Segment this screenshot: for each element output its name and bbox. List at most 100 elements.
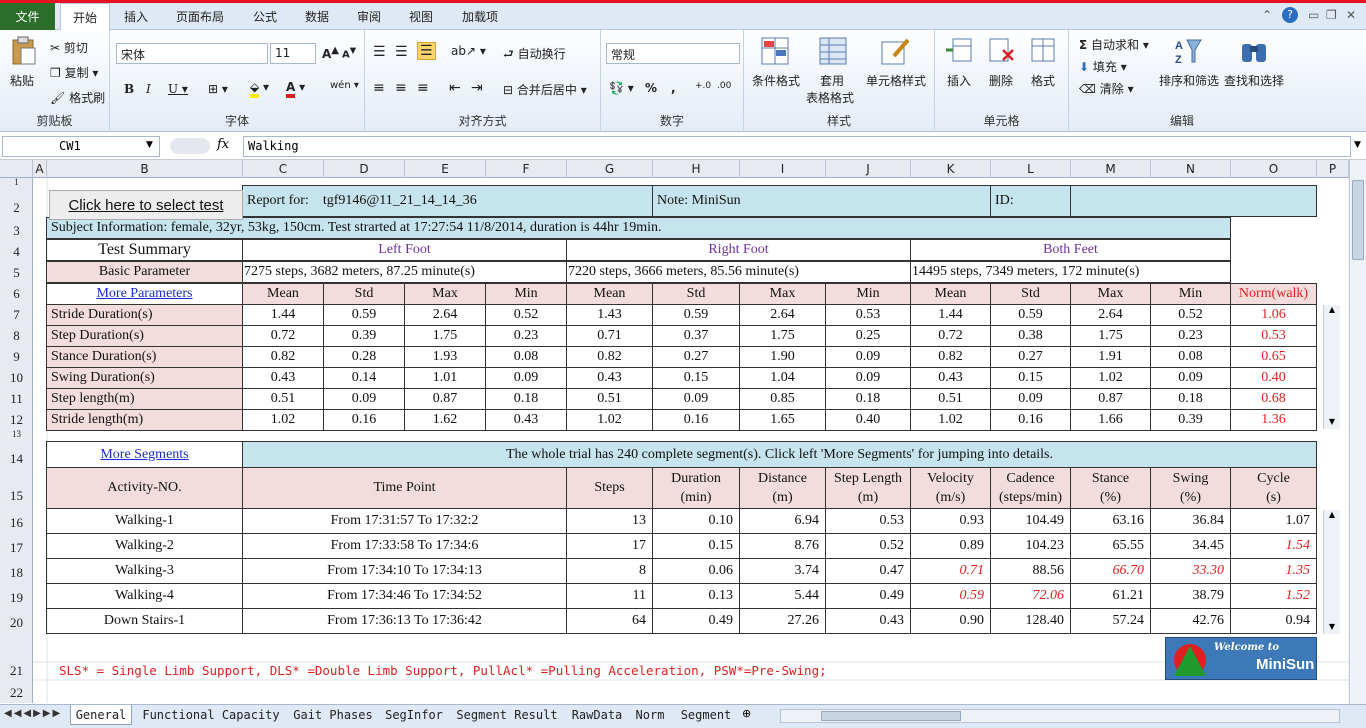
stat-header-cell[interactable]: Std [990, 283, 1071, 305]
parameter-value-cell[interactable]: 0.18 [825, 388, 911, 410]
activity-header[interactable]: Activity-NO. [46, 467, 243, 509]
column-header[interactable]: D [324, 160, 405, 178]
column-header[interactable]: E [405, 160, 486, 178]
binoculars-icon[interactable] [1239, 36, 1269, 69]
step-length-header[interactable]: Step Length (m) [825, 467, 911, 509]
parameter-value-cell[interactable]: 2.64 [1070, 304, 1151, 326]
stat-header-cell[interactable]: Std [323, 283, 405, 305]
stat-header-cell[interactable]: Min [825, 283, 911, 305]
parameter-value-cell[interactable]: 0.87 [1070, 388, 1151, 410]
parameter-value-cell[interactable]: 0.43 [566, 367, 653, 389]
scroll-down-icon[interactable]: ▼ [1324, 417, 1340, 429]
segment-step-length-cell[interactable]: 0.52 [825, 533, 911, 559]
segment-stance-cell[interactable]: 63.16 [1070, 508, 1151, 534]
font-name-select[interactable]: 宋体 [116, 43, 268, 64]
parameter-value-cell[interactable]: 0.87 [404, 388, 486, 410]
find-select-button[interactable]: 查找和选择 [1224, 72, 1284, 89]
segment-activity-cell[interactable]: Walking-3 [46, 558, 243, 584]
right-basic-cell[interactable]: 7220 steps, 3666 meters, 85.56 minute(s) [566, 261, 911, 283]
segment-time-cell[interactable]: From 17:33:58 To 17:34:6 [242, 533, 567, 559]
parameter-value-cell[interactable]: 0.25 [825, 325, 911, 347]
row-header[interactable]: 16 [0, 509, 33, 534]
insert-cells-button[interactable]: 插入 [947, 72, 971, 89]
parameter-value-cell[interactable]: 0.82 [910, 346, 991, 368]
swing-header[interactable]: Swing (%) [1150, 467, 1231, 509]
parameter-value-cell[interactable]: 0.27 [990, 346, 1071, 368]
segment-time-cell[interactable]: From 17:34:10 To 17:34:13 [242, 558, 567, 584]
segment-duration-cell[interactable]: 0.06 [652, 558, 740, 584]
segment-activity-cell[interactable]: Walking-2 [46, 533, 243, 559]
parameter-value-cell[interactable]: 1.75 [739, 325, 826, 347]
format-as-table-button[interactable]: 表格格式 [806, 89, 854, 106]
orientation-icon[interactable]: ab↗ ▾ [451, 44, 486, 58]
parameter-value-cell[interactable]: 0.08 [485, 346, 567, 368]
norm-value-cell[interactable]: 1.36 [1230, 409, 1317, 431]
stat-header-cell[interactable]: Mean [242, 283, 324, 305]
segment-swing-cell[interactable]: 34.45 [1150, 533, 1231, 559]
segment-swing-cell[interactable]: 36.84 [1150, 508, 1231, 534]
column-header[interactable]: H [653, 160, 740, 178]
parameter-value-cell[interactable]: 0.51 [910, 388, 991, 410]
scroll-down-icon[interactable]: ▼ [1324, 622, 1340, 634]
segments-message-cell[interactable]: The whole trial has 240 complete segment… [242, 441, 1317, 468]
sort-filter-icon[interactable]: AZ [1173, 36, 1203, 69]
insert-cells-icon[interactable] [945, 36, 973, 67]
parameter-value-cell[interactable]: 1.75 [404, 325, 486, 347]
format-as-table-icon[interactable] [818, 36, 848, 69]
cut-button[interactable]: ✂ 剪切 [50, 39, 88, 56]
sheet-tab-segment-result[interactable]: Segment Result [452, 705, 562, 725]
segment-duration-cell[interactable]: 0.10 [652, 508, 740, 534]
parameter-value-cell[interactable]: 0.52 [485, 304, 567, 326]
decrease-indent-icon[interactable]: ⇤ [449, 80, 461, 96]
segment-cycle-cell[interactable]: 1.35 [1230, 558, 1317, 584]
bold-icon[interactable]: B [124, 82, 134, 96]
align-top-icon[interactable]: ☰ [373, 44, 386, 60]
segment-velocity-cell[interactable]: 0.89 [910, 533, 991, 559]
stat-header-cell[interactable]: Std [652, 283, 740, 305]
tab-home[interactable]: 开始 [60, 3, 110, 31]
parameter-value-cell[interactable]: 0.09 [990, 388, 1071, 410]
id-cell[interactable]: ID: [990, 185, 1071, 217]
column-header[interactable]: G [567, 160, 653, 178]
wrap-text-button[interactable]: ⮐ 自动换行 [503, 45, 566, 66]
row-header[interactable]: 1 [0, 178, 33, 187]
row-header[interactable]: 10 [0, 367, 33, 388]
format-painter-button[interactable]: 🖌 格式刷 [50, 89, 105, 106]
paste-button[interactable] [10, 36, 36, 66]
stat-header-cell[interactable]: Min [1150, 283, 1231, 305]
tab-view[interactable]: 视图 [399, 3, 443, 30]
column-header[interactable]: K [911, 160, 991, 178]
parameter-value-cell[interactable]: 1.02 [566, 409, 653, 431]
parameter-value-cell[interactable]: 0.53 [825, 304, 911, 326]
row-header[interactable]: 11 [0, 388, 33, 409]
segment-distance-cell[interactable]: 5.44 [739, 583, 826, 609]
parameter-name-cell[interactable]: Stride length(m) [46, 409, 243, 431]
segment-steps-cell[interactable]: 11 [566, 583, 653, 609]
parameter-value-cell[interactable]: 0.09 [825, 346, 911, 368]
row-header[interactable]: 22 [0, 680, 33, 703]
parameter-value-cell[interactable]: 0.16 [990, 409, 1071, 431]
segment-steps-cell[interactable]: 64 [566, 608, 653, 634]
increase-indent-icon[interactable]: ⇥ [471, 80, 483, 96]
parameter-value-cell[interactable]: 1.44 [242, 304, 324, 326]
segment-cycle-cell[interactable]: 1.54 [1230, 533, 1317, 559]
parameter-value-cell[interactable]: 0.59 [652, 304, 740, 326]
steps-header[interactable]: Steps [566, 467, 653, 509]
parameter-value-cell[interactable]: 1.02 [1070, 367, 1151, 389]
segment-activity-cell[interactable]: Walking-4 [46, 583, 243, 609]
parameter-value-cell[interactable]: 0.59 [990, 304, 1071, 326]
parameter-value-cell[interactable]: 0.38 [990, 325, 1071, 347]
parameter-value-cell[interactable]: 1.44 [910, 304, 991, 326]
norm-value-cell[interactable]: 0.65 [1230, 346, 1317, 368]
cycle-header[interactable]: Cycle (s) [1230, 467, 1317, 509]
parameter-value-cell[interactable]: 2.64 [404, 304, 486, 326]
decrease-decimal-icon[interactable]: .00 [717, 81, 731, 91]
minimize-ribbon-icon[interactable]: ⌃ [1262, 8, 1272, 22]
parameter-value-cell[interactable]: 0.52 [1150, 304, 1231, 326]
parameter-value-cell[interactable]: 0.72 [242, 325, 324, 347]
parameter-value-cell[interactable]: 0.82 [566, 346, 653, 368]
parameter-value-cell[interactable]: 0.43 [485, 409, 567, 431]
stance-header[interactable]: Stance (%) [1070, 467, 1151, 509]
sheet-tab-norm[interactable]: Norm [632, 705, 668, 725]
column-header[interactable]: I [740, 160, 826, 178]
